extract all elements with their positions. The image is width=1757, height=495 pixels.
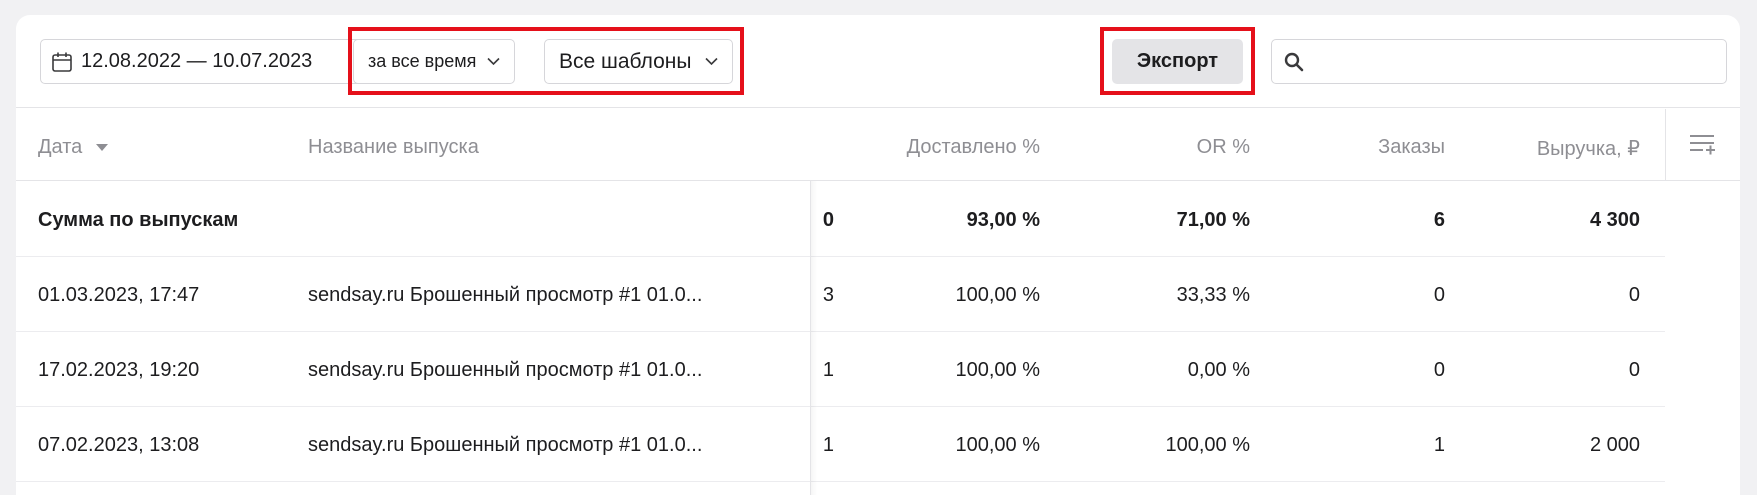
date-range-picker[interactable]: 12.08.2022 — 10.07.2023 [40, 39, 362, 84]
column-header-revenue[interactable]: Выручка, ₽ [1537, 136, 1640, 161]
table-row[interactable]: 07.02.2023, 13:08 sendsay.ru Брошенный п… [16, 407, 1665, 482]
table-row[interactable]: 01.03.2023, 17:47 sendsay.ru Брошенный п… [16, 257, 1665, 332]
row-truncated-cell: 1 [822, 359, 834, 381]
search-icon [1284, 52, 1304, 71]
toolbar: 12.08.2022 — 10.07.2023 за все время Все… [16, 15, 1740, 108]
row-date: 07.02.2023, 13:08 [38, 434, 200, 456]
row-delivered: 100,00 % [955, 284, 1040, 306]
row-delivered: 100,00 % [955, 359, 1040, 381]
export-button[interactable]: Экспорт [1112, 39, 1243, 84]
row-revenue: 0 [1628, 359, 1640, 381]
chevron-down-icon [705, 57, 718, 66]
summary-truncated-cell: 0 [822, 209, 834, 231]
column-settings-button[interactable] [1665, 109, 1740, 181]
row-orders: 0 [1433, 359, 1445, 381]
row-truncated-cell: 3 [822, 284, 834, 306]
report-card: 12.08.2022 — 10.07.2023 за все время Все… [16, 15, 1740, 495]
period-select[interactable]: за все время [353, 39, 515, 84]
row-name-link[interactable]: sendsay.ru Брошенный просмотр #1 01.0... [308, 434, 702, 457]
column-header-orders[interactable]: Заказы [1378, 136, 1445, 159]
table-header: Дата Название выпуска о Доставлено % OR … [16, 109, 1740, 181]
row-name-link[interactable]: sendsay.ru Брошенный просмотр #1 01.0... [308, 284, 702, 307]
column-header-name[interactable]: Название выпуска [308, 136, 479, 159]
calendar-icon [52, 52, 72, 72]
summary-or: 71,00 % [1176, 209, 1250, 231]
row-or: 0,00 % [1187, 359, 1250, 381]
search-field[interactable] [1271, 39, 1727, 84]
row-date: 01.03.2023, 17:47 [38, 284, 200, 306]
column-header-delivered[interactable]: Доставлено % [907, 136, 1040, 159]
period-select-value: за все время [368, 51, 477, 71]
row-date: 17.02.2023, 19:20 [38, 359, 200, 381]
template-select[interactable]: Все шаблоны [544, 39, 733, 84]
search-input[interactable] [1312, 40, 1726, 83]
column-header-or[interactable]: OR % [1197, 136, 1250, 159]
table-row[interactable]: 17.02.2023, 19:20 sendsay.ru Брошенный п… [16, 332, 1665, 407]
row-delivered: 100,00 % [955, 434, 1040, 456]
row-revenue: 0 [1628, 284, 1640, 306]
chevron-down-icon [487, 57, 500, 66]
row-orders: 0 [1433, 284, 1445, 306]
row-or: 33,33 % [1176, 284, 1250, 306]
row-name-link[interactable]: sendsay.ru Брошенный просмотр #1 01.0... [308, 359, 702, 382]
summary-orders: 6 [1433, 209, 1445, 231]
summary-delivered: 93,00 % [966, 209, 1040, 231]
template-select-value: Все шаблоны [559, 49, 692, 73]
column-header-date[interactable]: Дата [38, 136, 108, 159]
summary-row: Сумма по выпускам 0 93,00 % 71,00 % 6 4 … [16, 182, 1665, 257]
summary-label: Сумма по выпускам [38, 209, 239, 231]
sort-down-icon [95, 144, 108, 152]
column-settings-icon [1690, 135, 1715, 155]
frozen-column-shadow [811, 181, 817, 495]
row-truncated-cell: 1 [822, 434, 834, 456]
row-orders: 1 [1433, 434, 1445, 456]
date-range-value: 12.08.2022 — 10.07.2023 [81, 50, 313, 72]
row-or: 100,00 % [1165, 434, 1250, 456]
row-revenue: 2 000 [1589, 434, 1640, 456]
summary-revenue: 4 300 [1589, 209, 1640, 231]
